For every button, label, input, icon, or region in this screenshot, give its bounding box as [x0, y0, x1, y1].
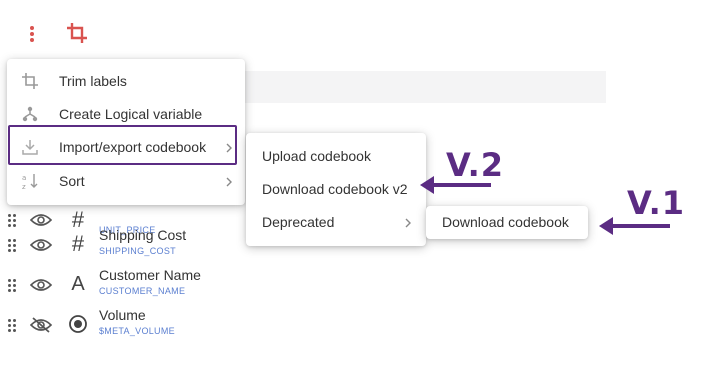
svg-text:z: z	[22, 183, 26, 190]
chevron-right-icon	[403, 216, 413, 228]
menu-item-deprecated[interactable]: Deprecated	[246, 206, 426, 239]
eye-off-icon[interactable]	[29, 317, 53, 333]
codebook-submenu: Upload codebook Download codebook v2 Dep…	[246, 133, 426, 246]
menu-item-label: Download codebook	[442, 214, 569, 230]
crop-icon[interactable]	[64, 20, 90, 46]
menu-item-label: Deprecated	[262, 214, 335, 230]
annotation-v1-arrow	[599, 217, 670, 235]
drag-handle-icon[interactable]	[8, 319, 18, 333]
drag-handle-icon[interactable]	[8, 239, 18, 253]
background-panel	[244, 71, 606, 103]
annotation-v2-arrow	[420, 176, 491, 194]
menu-item-label: Sort	[59, 173, 85, 189]
menu-item-trim-labels[interactable]: Trim labels	[7, 65, 245, 98]
deprecated-submenu: Download codebook	[426, 206, 588, 239]
menu-item-label: Trim labels	[59, 73, 127, 89]
menu-item-download-codebook[interactable]: Download codebook	[426, 206, 588, 239]
merge-icon	[21, 105, 39, 123]
variable-row[interactable]: A Customer Name CUSTOMER_NAME	[0, 267, 260, 307]
menu-item-download-codebook-v2[interactable]: Download codebook v2	[246, 173, 426, 206]
radio-type-icon	[66, 313, 90, 337]
text-type-icon: A	[71, 273, 85, 295]
variable-name: Volume	[99, 307, 146, 323]
menu-item-upload-codebook[interactable]: Upload codebook	[246, 140, 426, 173]
numeric-type-icon: #	[71, 231, 85, 256]
variable-code: CUSTOMER_NAME	[99, 286, 186, 296]
eye-icon[interactable]	[29, 237, 53, 253]
menu-item-label: Create Logical variable	[59, 106, 203, 122]
highlight-box	[8, 125, 237, 165]
menu-item-label: Download codebook v2	[262, 181, 408, 197]
svg-text:a: a	[22, 174, 26, 182]
drag-handle-icon[interactable]	[8, 279, 18, 293]
more-options-icon[interactable]	[24, 22, 40, 46]
crop-icon	[21, 72, 39, 90]
menu-item-sort[interactable]: az Sort	[7, 165, 245, 198]
sort-az-icon: az	[21, 172, 39, 191]
variable-row[interactable]: Volume $META_VOLUME	[0, 307, 260, 347]
variable-row[interactable]: # Shipping Cost SHIPPING_COST	[0, 227, 260, 267]
variable-name: Shipping Cost	[99, 227, 187, 243]
drag-handle-icon[interactable]	[8, 214, 18, 228]
eye-icon[interactable]	[29, 277, 53, 293]
chevron-right-icon	[224, 175, 234, 187]
variable-name: Customer Name	[99, 267, 201, 283]
eye-icon[interactable]	[29, 212, 53, 228]
menu-item-label: Upload codebook	[262, 148, 371, 164]
variable-code: $META_VOLUME	[99, 326, 175, 336]
variable-code: SHIPPING_COST	[99, 246, 176, 256]
